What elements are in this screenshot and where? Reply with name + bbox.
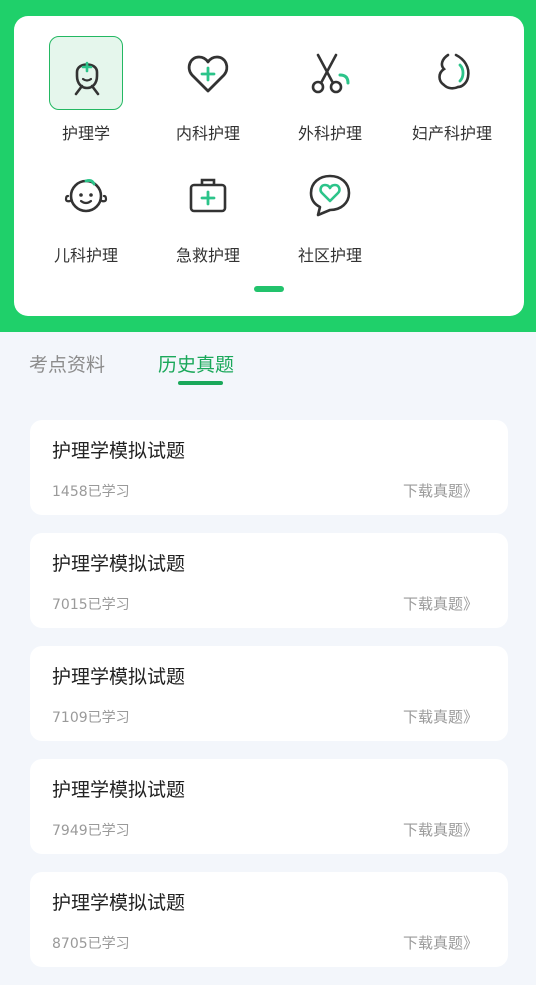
heart-plus-icon: [187, 55, 229, 93]
category-label: 社区护理: [297, 246, 362, 265]
tab-key-points[interactable]: 考点资料: [29, 350, 105, 377]
category-nursing-icon-box: [49, 36, 123, 110]
paper-title: 护理学模拟试题: [52, 553, 186, 575]
list-item[interactable]: 护理学模拟试题 1458已学习 下载真题》: [30, 420, 508, 515]
category-emergency-icon-box: [171, 158, 245, 232]
chat-heart-icon: [309, 174, 351, 217]
pregnancy-icon: [438, 53, 470, 90]
list-item[interactable]: 护理学模拟试题 7949已学习 下载真题》: [30, 759, 508, 854]
baby-face-icon: [64, 179, 108, 213]
category-surgery-icon-box: [293, 36, 367, 110]
nurse-icon: [74, 61, 100, 96]
study-count: 1458已学习: [52, 484, 130, 500]
first-aid-kit-icon: [189, 178, 227, 213]
category-pediatrics-icon-box: [49, 158, 123, 232]
category-internal-icon-box: [171, 36, 245, 110]
category-obstetrics[interactable]: 妇产科护理: [391, 16, 513, 143]
category-community[interactable]: 社区护理: [269, 138, 391, 265]
paper-title: 护理学模拟试题: [52, 892, 186, 914]
category-community-icon-box: [293, 158, 367, 232]
study-count: 8705已学习: [52, 936, 130, 952]
download-link[interactable]: 下载真题》: [403, 706, 478, 727]
list-item[interactable]: 护理学模拟试题 7109已学习 下载真题》: [30, 646, 508, 741]
category-internal-medicine[interactable]: 内科护理: [147, 16, 269, 143]
category-nursing[interactable]: 护理学: [25, 16, 147, 143]
category-emergency[interactable]: 急救护理: [147, 138, 269, 265]
download-link[interactable]: 下载真题》: [403, 819, 478, 840]
study-count: 7015已学习: [52, 597, 130, 613]
study-count: 7949已学习: [52, 823, 130, 839]
category-obstetrics-icon-box: [415, 36, 489, 110]
category-label: 儿科护理: [53, 246, 118, 265]
category-label: 急救护理: [175, 246, 240, 265]
list-item[interactable]: 护理学模拟试题 7015已学习 下载真题》: [30, 533, 508, 628]
paper-title: 护理学模拟试题: [52, 666, 186, 688]
download-link[interactable]: 下载真题》: [403, 593, 478, 614]
category-label: 妇产科护理: [411, 124, 492, 143]
paper-list: 护理学模拟试题 1458已学习 下载真题》 护理学模拟试题 7015已学习 下载…: [30, 420, 508, 985]
tab-past-exams[interactable]: 历史真题: [158, 350, 234, 377]
category-panel: 护理学 内科护理 外科护理 妇产科护理 儿科护理 急救护理 社区护理: [14, 16, 524, 316]
category-pediatrics[interactable]: 儿科护理: [25, 138, 147, 265]
paper-title: 护理学模拟试题: [52, 779, 186, 801]
paper-title: 护理学模拟试题: [52, 440, 186, 462]
download-link[interactable]: 下载真题》: [403, 480, 478, 501]
tab-bar: 考点资料 历史真题: [0, 332, 536, 392]
scissors-icon: [311, 53, 350, 94]
tab-active-indicator: [178, 381, 223, 385]
study-count: 7109已学习: [52, 710, 130, 726]
download-link[interactable]: 下载真题》: [403, 932, 478, 953]
category-surgery[interactable]: 外科护理: [269, 16, 391, 143]
page-indicator: [254, 286, 284, 292]
